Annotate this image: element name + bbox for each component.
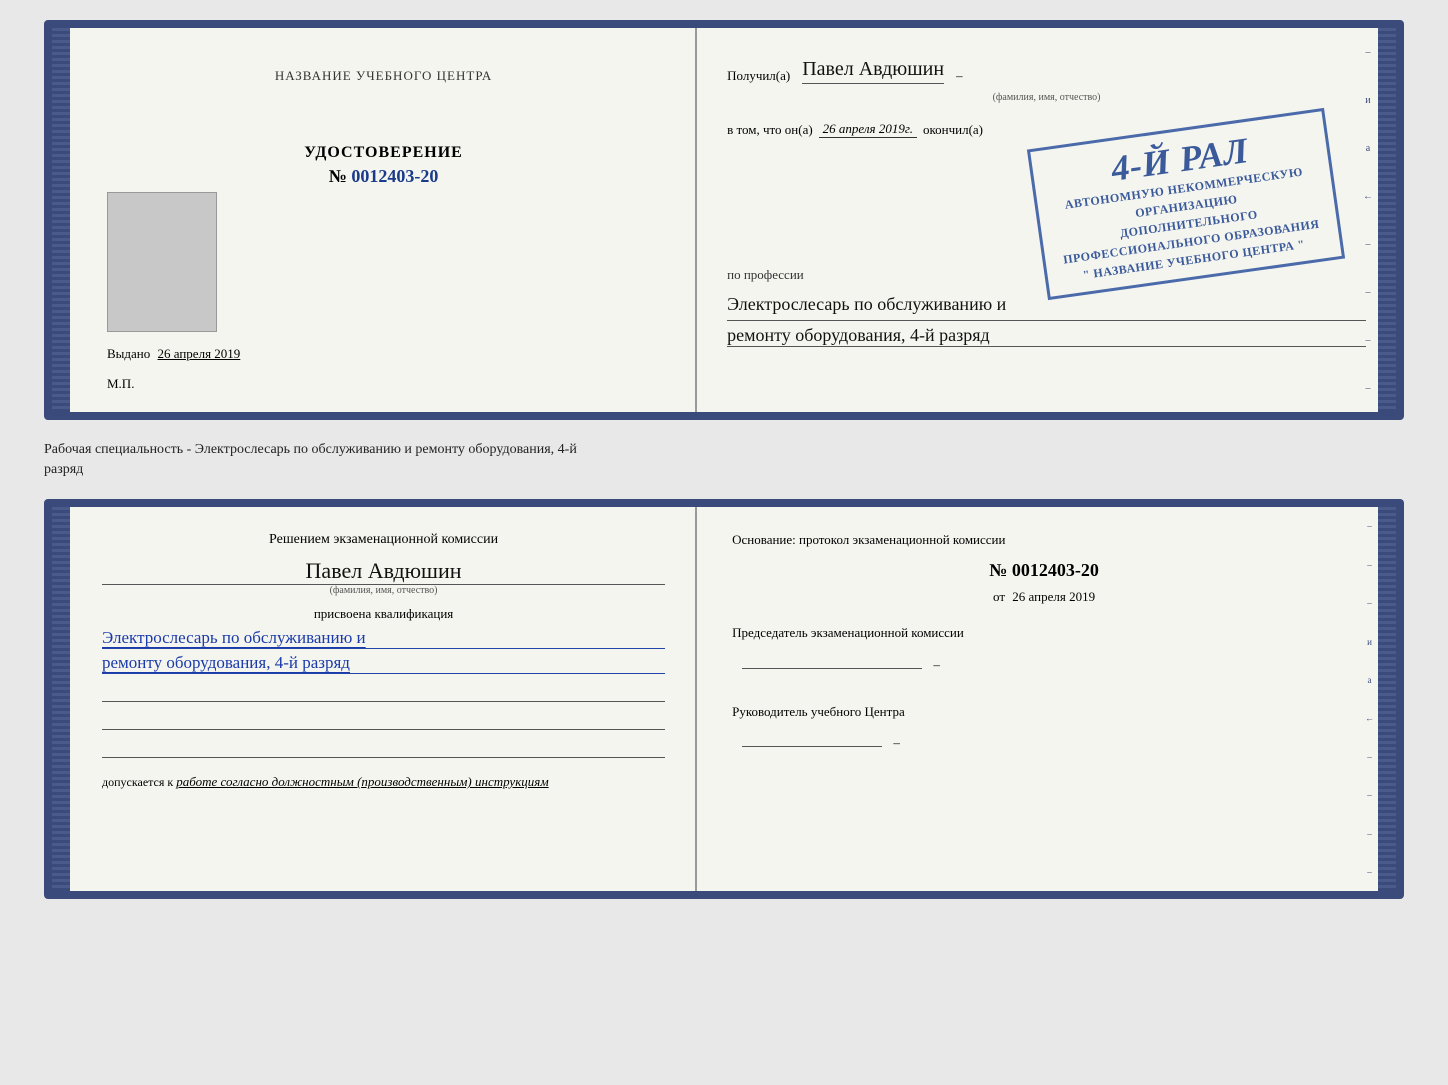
issued-date: 26 апреля 2019 bbox=[158, 346, 241, 361]
protocol-number: № 0012403-20 bbox=[732, 560, 1356, 581]
certificate-document-2: Решением экзаменационной комиссии Павел … bbox=[44, 499, 1404, 899]
received-label: Получил(а) bbox=[727, 68, 790, 84]
doc2-left-page: Решением экзаменационной комиссии Павел … bbox=[52, 507, 697, 891]
number-prefix: № bbox=[989, 560, 1007, 580]
certificate-document-1: НАЗВАНИЕ УЧЕБНОГО ЦЕНТРА УДОСТОВЕРЕНИЕ №… bbox=[44, 20, 1404, 420]
doc1-right-page: Получил(а) Павел Авдюшин – (фамилия, имя… bbox=[697, 28, 1396, 412]
empty-sig-line-2 bbox=[102, 706, 665, 730]
issued-label: Выдано bbox=[107, 346, 150, 361]
qualification-line2: ремонту оборудования, 4-й разряд bbox=[102, 653, 665, 674]
separator-text: Рабочая специальность - Электрослесарь п… bbox=[44, 436, 1404, 483]
profession-label: по профессии bbox=[727, 267, 804, 282]
issued-line: Выдано 26 апреля 2019 bbox=[107, 346, 240, 362]
empty-sig-line-1 bbox=[102, 678, 665, 702]
dash-mark-2: – bbox=[893, 735, 900, 750]
from-date-line: от 26 апреля 2019 bbox=[732, 589, 1356, 605]
from-prefix: от bbox=[993, 589, 1005, 604]
mp-label: М.П. bbox=[107, 376, 134, 392]
cert-number-prefix: № bbox=[329, 166, 347, 186]
qualification-line1: Электрослесарь по обслуживанию и bbox=[102, 628, 665, 649]
photo-placeholder bbox=[107, 192, 217, 332]
separator-line1: Рабочая специальность - Электрослесарь п… bbox=[44, 440, 1404, 460]
cert-number: № 0012403-20 bbox=[329, 166, 439, 187]
dash-separator: – bbox=[956, 68, 963, 84]
dash-mark-1: – bbox=[933, 657, 940, 672]
right-edge-decoration: – и а ← – – – – bbox=[1362, 28, 1374, 412]
director-section: Руководитель учебного Центра – bbox=[732, 700, 1356, 755]
qualification-label: присвоена квалификация bbox=[102, 606, 665, 622]
cert-number-value: 0012403-20 bbox=[351, 166, 438, 186]
dopusk-text: работе согласно должностным (производств… bbox=[176, 774, 548, 789]
chairman-section: Председатель экзаменационной комиссии – bbox=[732, 621, 1356, 676]
vtom-label: в том, что он(а) bbox=[727, 122, 813, 138]
doc2-right-edge-decoration: – – – и а ← – – – – bbox=[1365, 507, 1374, 891]
cert-type-label: УДОСТОВЕРЕНИЕ bbox=[304, 144, 463, 162]
director-label: Руководитель учебного Центра bbox=[732, 700, 1356, 723]
dopusk-section: допускается к работе согласно должностны… bbox=[102, 774, 665, 790]
director-signature-line bbox=[742, 746, 882, 747]
dopusk-prefix: допускается к bbox=[102, 775, 173, 789]
fio-small-label: (фамилия, имя, отчество) bbox=[727, 92, 1366, 103]
doc2-fio-label: (фамилия, имя, отчество) bbox=[102, 585, 665, 596]
osnovanie-text: Основание: протокол экзаменационной коми… bbox=[732, 532, 1356, 548]
from-date-value: 26 апреля 2019 bbox=[1012, 589, 1095, 604]
completed-label: окончил(а) bbox=[923, 122, 983, 138]
person-name-handwritten: Павел Авдюшин bbox=[802, 58, 944, 84]
separator-line2: разряд bbox=[44, 460, 1404, 480]
komissia-title: Решением экзаменационной комиссии bbox=[102, 532, 665, 548]
received-line: Получил(а) Павел Авдюшин – bbox=[727, 58, 1366, 84]
doc1-left-page: НАЗВАНИЕ УЧЕБНОГО ЦЕНТРА УДОСТОВЕРЕНИЕ №… bbox=[52, 28, 697, 412]
chairman-signature-line bbox=[742, 668, 922, 669]
training-center-label: НАЗВАНИЕ УЧЕБНОГО ЦЕНТРА bbox=[275, 68, 492, 84]
profession-line2: ремонту оборудования, 4-й разряд bbox=[727, 325, 1366, 347]
doc2-person-name: Павел Авдюшин bbox=[102, 558, 665, 585]
doc2-right-page: Основание: протокол экзаменационной коми… bbox=[697, 507, 1396, 891]
chairman-label: Председатель экзаменационной комиссии bbox=[732, 621, 1356, 644]
completed-date: 26 апреля 2019г. bbox=[819, 121, 917, 138]
protocol-number-value: 0012403-20 bbox=[1012, 560, 1099, 580]
empty-sig-line-3 bbox=[102, 734, 665, 758]
